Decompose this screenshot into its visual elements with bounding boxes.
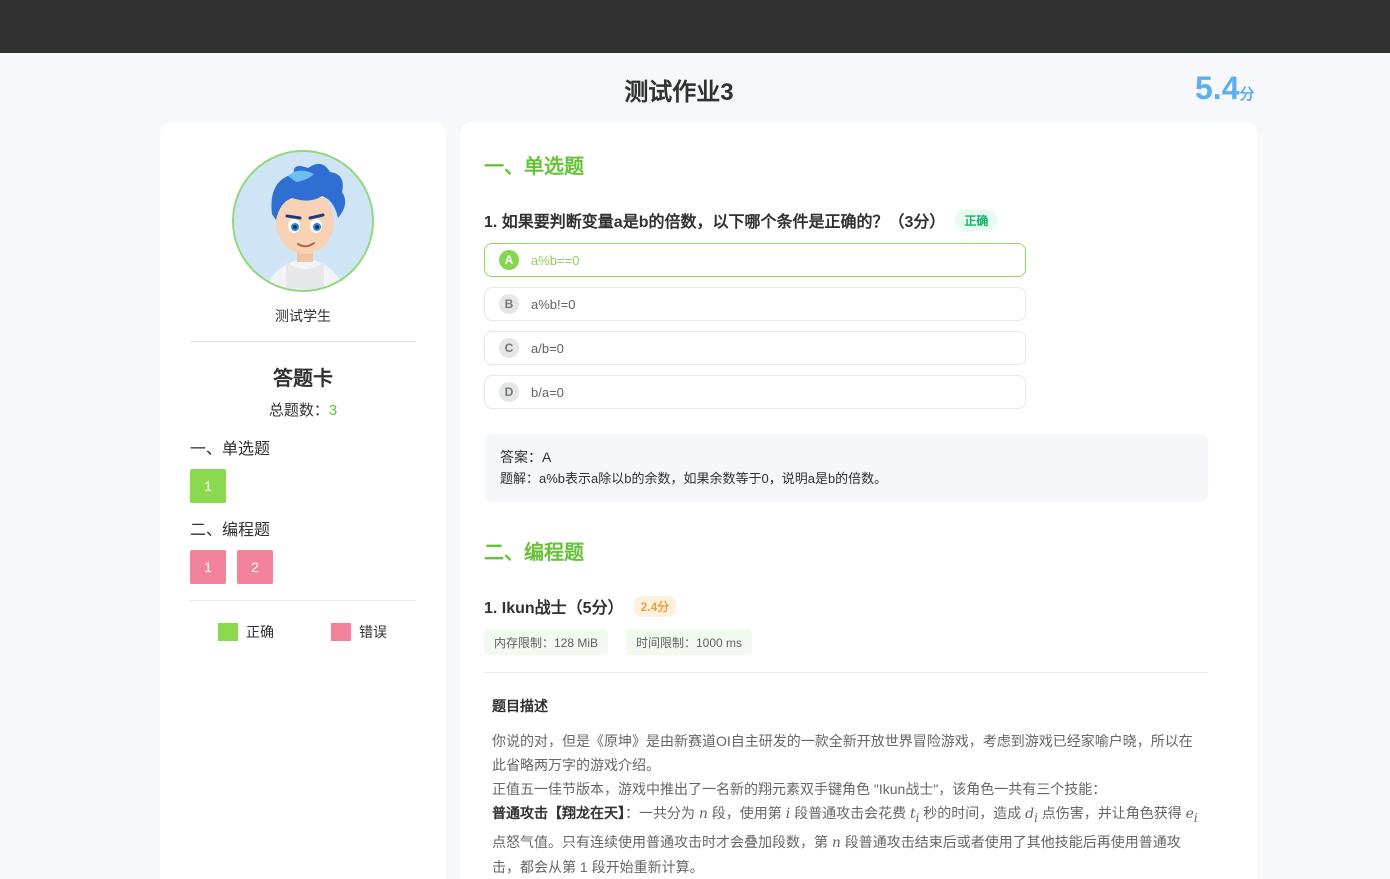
page-title: 测试作业3 xyxy=(624,79,734,106)
answer-explanation-box: 答案：A 题解：a%b表示a除以b的余数，如果余数等于0，说明a是b的倍数。 xyxy=(484,434,1208,502)
time-limit: 时间限制：1000 ms xyxy=(626,629,753,655)
text-run: 点怒气值。只有连续使用普通攻击时才会叠加段数，第 xyxy=(492,833,832,850)
option-text: a%b!=0 xyxy=(531,296,576,312)
problem-description: 你说的对，但是《原坤》是由新赛道OI自主研发的一款全新开放世界冒险游戏，考虑到游… xyxy=(492,729,1204,879)
question-text: 1. 如果要判断变量a是b的倍数，以下哪个条件是正确的？（3分） xyxy=(484,214,946,231)
legend-correct: 正确 xyxy=(218,622,274,642)
math-var-base: d xyxy=(1025,806,1035,822)
divider xyxy=(190,600,416,601)
divider xyxy=(190,341,416,342)
student-name: 测试学生 xyxy=(275,308,331,324)
legend-wrong: 错误 xyxy=(331,622,387,642)
section-label-programming: 二、编程题 xyxy=(190,522,271,539)
option-letter: D xyxy=(499,382,519,402)
text-run: ：一共分为 xyxy=(625,805,699,821)
description-title: 题目描述 xyxy=(492,698,548,714)
option-d[interactable]: Db/a=0 xyxy=(484,375,1026,409)
total-score: 5.4分 xyxy=(1195,70,1255,107)
avatar xyxy=(232,150,374,292)
question-nav-button[interactable]: 2 xyxy=(237,550,273,584)
option-c[interactable]: Ca/b=0 xyxy=(484,331,1026,365)
score-badge: 2.4分 xyxy=(633,595,677,617)
total-count: 3 xyxy=(328,402,338,419)
legend-label: 错误 xyxy=(359,624,387,640)
legend-swatch-correct xyxy=(218,623,238,641)
question-nav-button[interactable]: 1 xyxy=(190,469,226,503)
total-label: 总题数： xyxy=(268,402,329,419)
question-panel: 一、单选题 1. 如果要判断变量a是b的倍数，以下哪个条件是正确的？（3分） 正… xyxy=(460,122,1258,879)
top-nav-bar xyxy=(0,0,1390,53)
description-paragraph: 正值五一佳节版本，游戏中推出了一名新的翔元素双手键角色 "Ikun战士"，该角色… xyxy=(492,781,1107,797)
option-letter: B xyxy=(499,294,519,314)
text-run: 秒的时间，造成 xyxy=(919,805,1026,821)
math-var: ti xyxy=(910,806,919,825)
math-var: di xyxy=(1025,806,1038,825)
option-a[interactable]: Aa%b==0 xyxy=(484,243,1026,277)
programming-question-1: 1. Ikun战士（5分） 2.4分 xyxy=(484,594,677,618)
memory-limit: 内存限制：128 MiB xyxy=(484,629,609,655)
option-b[interactable]: Ba%b!=0 xyxy=(484,287,1026,321)
option-letter: C xyxy=(499,338,519,358)
problem-title: 1. Ikun战士（5分） xyxy=(484,600,624,617)
description-paragraph: 你说的对，但是《原坤》是由新赛道OI自主研发的一款全新开放世界冒险游戏，考虑到游… xyxy=(492,733,1193,773)
math-var: ei xyxy=(1185,806,1198,825)
divider xyxy=(484,672,1208,673)
math-var: n xyxy=(831,834,841,851)
status-badge: 正确 xyxy=(955,209,998,231)
avatar-illustration xyxy=(234,152,372,290)
text-run: 段普通攻击会花费 xyxy=(790,805,910,821)
option-text: a%b==0 xyxy=(531,252,580,268)
skill-name: 普通攻击【翔龙在天】 xyxy=(492,805,625,821)
explanation-text: 题解：a%b表示a除以b的余数，如果余数等于0，说明a是b的倍数。 xyxy=(500,471,888,486)
description-paragraph: 普通攻击【翔龙在天】：一共分为 n 段，使用第 i 段普通攻击会花费 ti 秒的… xyxy=(492,801,1204,879)
option-letter: A xyxy=(499,250,519,270)
math-subscript: i xyxy=(1193,810,1198,825)
total-questions: 总题数：3 xyxy=(160,399,446,420)
text-run: 段，使用第 xyxy=(707,805,786,821)
answer-card-title: 答题卡 xyxy=(273,368,333,390)
option-text: b/a=0 xyxy=(531,384,564,400)
question-nav-button[interactable]: 1 xyxy=(190,550,226,584)
math-var: n xyxy=(698,806,708,822)
question-1: 1. 如果要判断变量a是b的倍数，以下哪个条件是正确的？（3分） 正确 xyxy=(484,208,998,232)
section-title-programming: 二、编程题 xyxy=(484,542,584,564)
section-label-single-choice: 一、单选题 xyxy=(190,441,271,458)
legend-label: 正确 xyxy=(246,624,274,640)
answer-sheet-panel: 测试学生 答题卡 总题数：3 一、单选题 1 二、编程题 1 2 正确 错误 xyxy=(160,122,446,879)
option-text: a/b=0 xyxy=(531,340,564,356)
section-title-single-choice: 一、单选题 xyxy=(484,156,584,178)
math-var-base: e xyxy=(1185,806,1194,822)
text-run: 点伤害，并让角色获得 xyxy=(1037,805,1186,821)
score-unit: 分 xyxy=(1239,86,1255,103)
answer-text: 答案：A xyxy=(500,449,552,465)
score-value: 5.4 xyxy=(1195,70,1240,106)
legend-swatch-wrong xyxy=(331,623,351,641)
